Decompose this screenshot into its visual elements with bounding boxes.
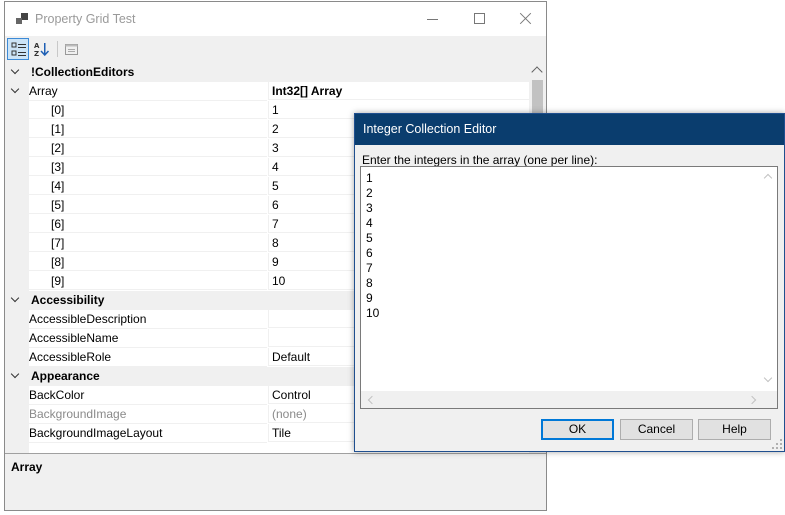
description-pane: Array xyxy=(5,453,546,510)
row-gutter xyxy=(5,424,29,443)
scroll-up-icon[interactable] xyxy=(531,66,543,78)
row-gutter xyxy=(5,443,29,453)
row-gutter xyxy=(5,158,29,177)
row-gutter xyxy=(5,348,29,367)
scrollbar-corner xyxy=(760,391,777,408)
svg-text:Z: Z xyxy=(34,50,39,57)
dialog-title: Integer Collection Editor xyxy=(363,122,497,136)
title-bar[interactable]: Property Grid Test xyxy=(5,2,546,36)
property-row-array[interactable]: Array Int32[] Array xyxy=(5,82,529,101)
row-gutter xyxy=(5,215,29,234)
maximize-icon xyxy=(474,13,485,24)
help-button[interactable]: Help xyxy=(698,419,771,440)
property-name: AccessibleRole xyxy=(29,348,267,367)
property-name: [3] xyxy=(29,158,267,176)
property-name: [7] xyxy=(29,234,267,252)
ok-button[interactable]: OK xyxy=(541,419,614,440)
row-gutter xyxy=(5,101,29,120)
cancel-button[interactable]: Cancel xyxy=(620,419,693,440)
text-line: 5 xyxy=(366,231,373,245)
property-name: [9] xyxy=(29,272,267,290)
property-grid-toolbar: A Z xyxy=(5,36,546,63)
textarea-horizontal-scrollbar[interactable] xyxy=(361,391,761,408)
property-name: [1] xyxy=(29,120,267,138)
svg-text:A: A xyxy=(34,42,40,50)
toolbar-separator xyxy=(57,41,58,57)
text-line: 10 xyxy=(366,306,380,320)
dialog-prompt: Enter the integers in the array (one per… xyxy=(362,153,598,167)
scroll-right-icon[interactable] xyxy=(747,395,757,405)
textarea-vertical-scrollbar[interactable] xyxy=(760,167,777,391)
categorized-button[interactable] xyxy=(7,38,29,60)
scroll-left-icon[interactable] xyxy=(367,395,377,405)
row-gutter xyxy=(5,386,29,405)
text-line: 6 xyxy=(366,246,373,260)
text-line: 3 xyxy=(366,201,373,215)
category-label: Appearance xyxy=(31,369,100,383)
dialog-title-bar[interactable]: Integer Collection Editor xyxy=(355,114,784,145)
text-line: 4 xyxy=(366,216,373,230)
scroll-up-icon[interactable] xyxy=(763,173,773,183)
row-gutter xyxy=(5,310,29,329)
property-name: [4] xyxy=(29,177,267,195)
property-value[interactable]: Int32[] Array xyxy=(268,82,529,100)
property-name: [8] xyxy=(29,253,267,271)
property-name: BackgroundImage xyxy=(29,405,267,424)
text-line: 8 xyxy=(366,276,373,290)
property-pages-button[interactable] xyxy=(61,38,83,60)
row-gutter xyxy=(5,234,29,253)
description-title: Array xyxy=(11,460,43,474)
resize-grip-icon[interactable] xyxy=(772,439,782,449)
categorized-view-icon xyxy=(11,42,26,56)
text-line: 1 xyxy=(366,171,373,185)
window-title: Property Grid Test xyxy=(35,12,136,26)
category-collection-editors[interactable]: !CollectionEditors xyxy=(5,63,529,82)
maximize-button[interactable] xyxy=(456,2,502,36)
row-gutter xyxy=(5,272,29,291)
category-label: Accessibility xyxy=(31,293,105,307)
close-button[interactable] xyxy=(502,2,548,36)
row-gutter xyxy=(5,329,29,348)
scroll-down-icon[interactable] xyxy=(763,373,773,383)
text-line: 7 xyxy=(366,261,373,275)
alphabetical-sort-icon: A Z xyxy=(34,42,50,57)
minimize-button[interactable] xyxy=(410,2,456,36)
collapse-chevron-icon[interactable] xyxy=(11,86,21,96)
textarea-content[interactable]: 1 2 3 4 5 6 7 8 9 10 xyxy=(366,171,379,321)
alphabetical-button[interactable]: A Z xyxy=(31,38,53,60)
row-gutter xyxy=(5,196,29,215)
property-name: AccessibleDescription xyxy=(29,310,267,329)
minimize-icon xyxy=(427,19,438,20)
collapse-chevron-icon[interactable] xyxy=(11,371,21,381)
row-gutter xyxy=(5,120,29,139)
property-name: [6] xyxy=(29,215,267,233)
row-gutter xyxy=(5,139,29,158)
property-name: AccessibleName xyxy=(29,329,267,348)
collapse-chevron-icon[interactable] xyxy=(11,67,21,77)
row-gutter xyxy=(5,405,29,424)
app-icon xyxy=(16,13,29,26)
property-pages-icon xyxy=(65,44,78,55)
collapse-chevron-icon[interactable] xyxy=(11,295,21,305)
property-name: [5] xyxy=(29,196,267,214)
property-name: BackgroundImageLayout xyxy=(29,424,267,443)
text-line: 2 xyxy=(366,186,373,200)
category-label: !CollectionEditors xyxy=(31,65,135,79)
integer-collection-editor-dialog: Integer Collection Editor Enter the inte… xyxy=(354,113,785,452)
property-name: BackColor xyxy=(29,386,267,405)
property-name: [0] xyxy=(29,101,267,119)
close-icon xyxy=(519,12,532,25)
row-gutter xyxy=(5,177,29,196)
text-line: 9 xyxy=(366,291,373,305)
integers-textarea[interactable]: 1 2 3 4 5 6 7 8 9 10 xyxy=(360,166,778,409)
row-gutter xyxy=(5,253,29,272)
property-name: [2] xyxy=(29,139,267,157)
property-name: Array xyxy=(29,82,267,101)
